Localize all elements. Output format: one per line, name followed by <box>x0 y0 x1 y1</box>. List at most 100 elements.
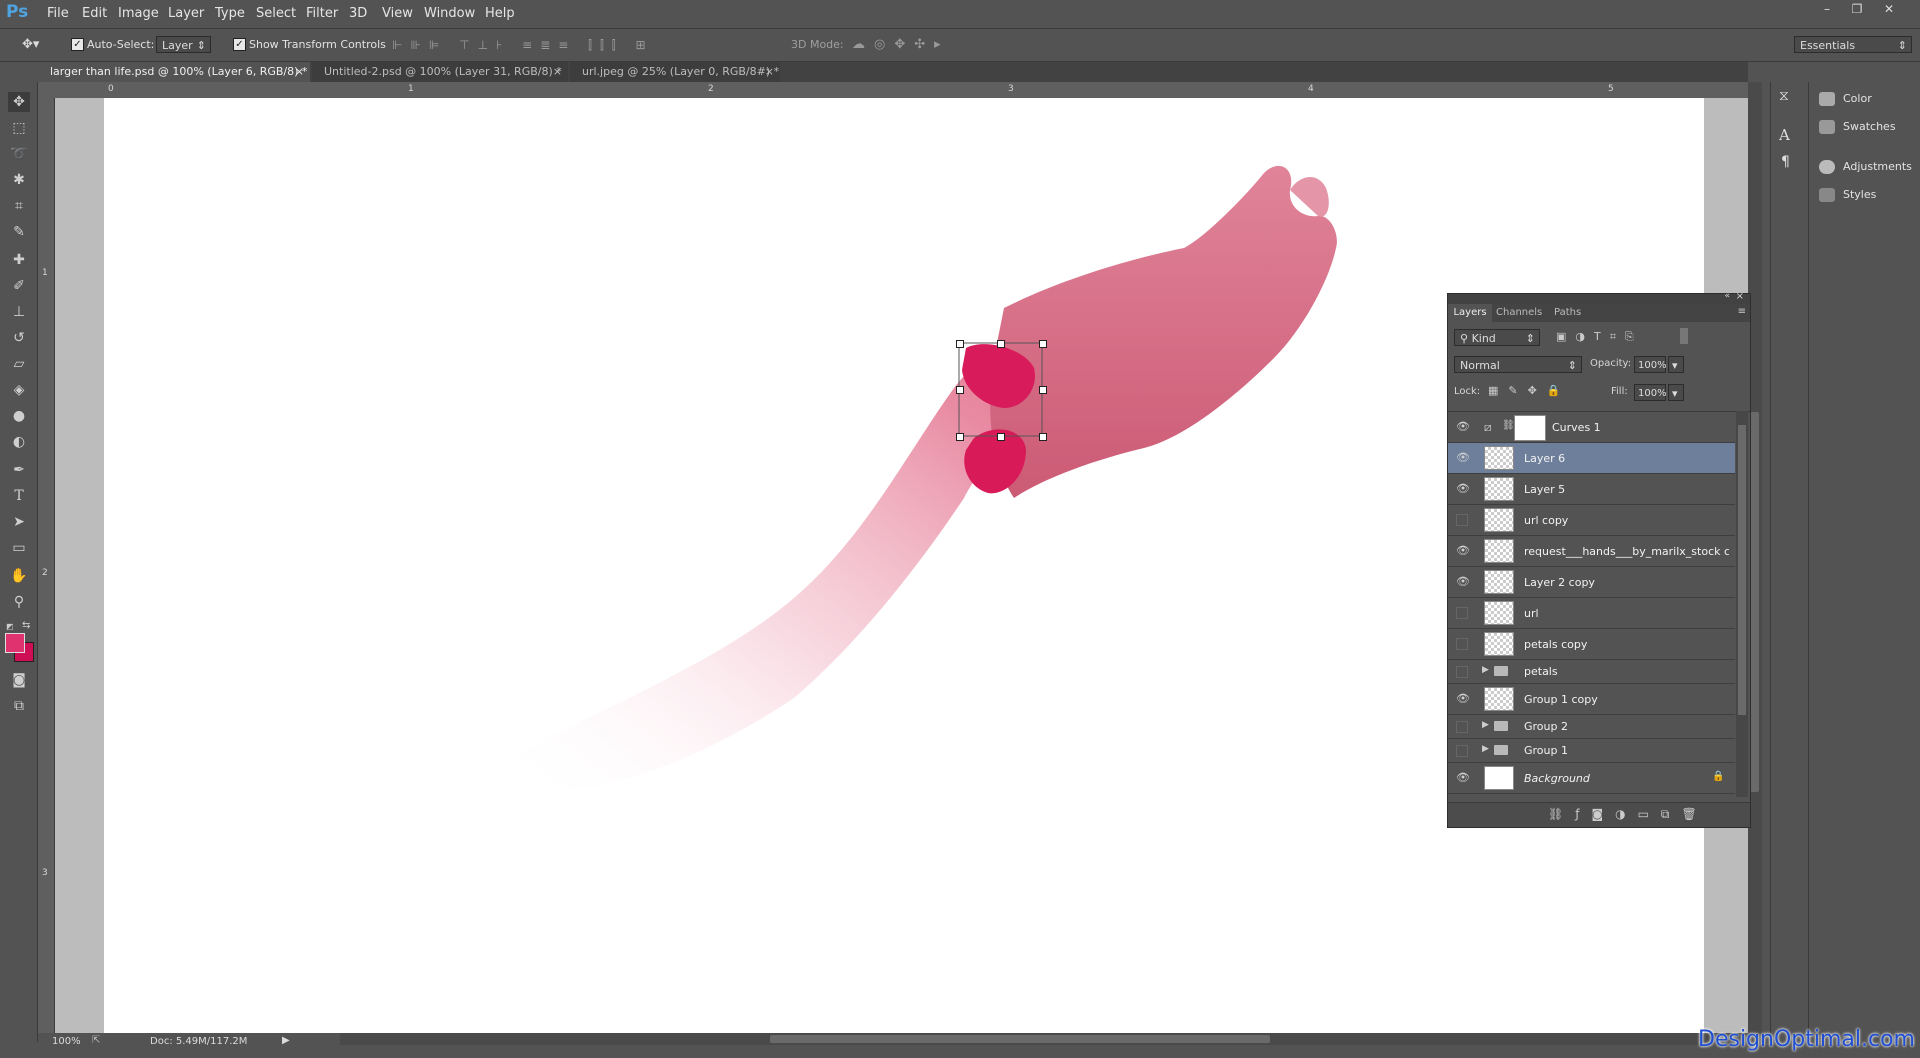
transform-handle[interactable] <box>997 340 1005 348</box>
visibility-toggle-empty[interactable] <box>1456 607 1468 619</box>
menu-type[interactable]: Type <box>215 6 245 21</box>
layer-row-layer-6[interactable]: 👁 Layer 6 <box>1448 443 1735 474</box>
layer-row-group-1[interactable]: ▶ Group 1 <box>1448 739 1735 763</box>
tab-untitled-2[interactable]: Untitled-2.psd @ 100% (Layer 31, RGB/8) … <box>312 62 568 82</box>
filter-kind-dropdown[interactable]: ⚲ Kind ⇕ <box>1454 329 1540 346</box>
close-tab-icon[interactable]: × <box>553 62 562 82</box>
tab-url-jpeg[interactable]: url.jpeg @ 25% (Layer 0, RGB/8#) * × <box>570 62 780 82</box>
marquee-tool-icon[interactable]: ⬚ <box>8 118 30 138</box>
history-brush-tool-icon[interactable]: ↺ <box>8 328 30 348</box>
paragraph-icon[interactable]: ¶ <box>1781 154 1790 170</box>
close-button[interactable]: ✕ <box>1880 1 1898 17</box>
menu-help[interactable]: Help <box>485 6 515 21</box>
fill-input[interactable]: 100% <box>1634 384 1667 401</box>
visibility-toggle-empty[interactable] <box>1456 638 1468 650</box>
layer-row-petals-copy[interactable]: petals copy <box>1448 629 1735 660</box>
lock-icons[interactable]: ▦✎✥🔒 <box>1488 384 1571 397</box>
filter-toggle[interactable] <box>1680 328 1688 344</box>
blur-tool-icon[interactable]: ● <box>8 406 30 426</box>
layer-row-curves-1[interactable]: 👁 ⧄ ⛓ Curves 1 <box>1448 412 1735 443</box>
visibility-eye-icon[interactable]: 👁 <box>1456 545 1470 557</box>
expand-arrow-icon[interactable]: ▶ <box>1482 665 1489 675</box>
opacity-slider-toggle[interactable]: ▾ <box>1668 356 1684 373</box>
blend-mode-dropdown[interactable]: Normal ⇕ <box>1454 356 1582 373</box>
auto-select-checkbox[interactable]: ✓ <box>71 38 84 51</box>
transform-handle[interactable] <box>1039 340 1047 348</box>
close-tab-icon[interactable]: × <box>765 62 774 82</box>
filter-type-icons[interactable]: ▣◑T⌗⎘ <box>1556 330 1643 344</box>
panel-title-bar[interactable]: « × <box>1448 291 1750 304</box>
menu-image[interactable]: Image <box>118 6 159 21</box>
menu-window[interactable]: Window <box>424 6 475 21</box>
character-icon[interactable]: A <box>1779 126 1790 144</box>
path-selection-tool-icon[interactable]: ➤ <box>8 512 30 532</box>
menu-filter[interactable]: Filter <box>306 6 338 21</box>
healing-brush-tool-icon[interactable]: ✚ <box>8 250 30 270</box>
fill-slider-toggle[interactable]: ▾ <box>1668 384 1684 401</box>
3d-mode-icons[interactable]: ☁◎✥✣▸ <box>852 37 950 52</box>
history-icon[interactable]: ⧖ <box>1779 88 1789 104</box>
visibility-eye-icon[interactable]: 👁 <box>1456 693 1470 705</box>
tab-paths[interactable]: Paths <box>1554 304 1581 322</box>
pen-tool-icon[interactable]: ✒ <box>8 460 30 480</box>
show-transform-checkbox[interactable]: ✓ <box>233 38 246 51</box>
visibility-eye-icon[interactable]: 👁 <box>1456 452 1470 464</box>
menu-3d[interactable]: 3D <box>349 6 367 21</box>
transform-handle[interactable] <box>956 433 964 441</box>
visibility-eye-icon[interactable]: 👁 <box>1456 421 1470 433</box>
foreground-color-swatch[interactable] <box>5 633 25 653</box>
restore-button[interactable]: ❐ <box>1848 1 1866 17</box>
layers-scroll-thumb[interactable] <box>1738 425 1746 715</box>
layer-row-group-2[interactable]: ▶ Group 2 <box>1448 715 1735 739</box>
quick-mask-icon[interactable]: ◙ <box>8 670 30 690</box>
visibility-eye-icon[interactable]: 👁 <box>1456 576 1470 588</box>
zoom-tool-icon[interactable]: ⚲ <box>8 592 30 612</box>
brush-tool-icon[interactable]: ✐ <box>8 276 30 296</box>
visibility-toggle-empty[interactable] <box>1456 745 1468 757</box>
eraser-tool-icon[interactable]: ▱ <box>8 354 30 374</box>
menu-view[interactable]: View <box>382 6 413 21</box>
layer-row-layer-2-copy[interactable]: 👁 Layer 2 copy <box>1448 567 1735 598</box>
hand-tool-icon[interactable]: ✋ <box>8 566 30 586</box>
layer-row-url-copy[interactable]: url copy <box>1448 505 1735 536</box>
layer-row-petals-group[interactable]: ▶ petals <box>1448 660 1735 684</box>
color-panel-button[interactable]: Color <box>1819 87 1872 111</box>
status-menu-arrow-icon[interactable]: ▶ <box>282 1035 290 1046</box>
layer-row-url[interactable]: url <box>1448 598 1735 629</box>
collapse-icon[interactable]: « <box>1724 291 1730 301</box>
minimize-button[interactable]: – <box>1818 1 1836 17</box>
tab-larger-than-life[interactable]: larger than life.psd @ 100% (Layer 6, RG… <box>38 62 310 82</box>
screen-mode-icon[interactable]: ⧉ <box>8 696 30 716</box>
clone-stamp-tool-icon[interactable]: ⊥ <box>8 302 30 322</box>
visibility-toggle-empty[interactable] <box>1456 666 1468 678</box>
vertical-scroll-thumb[interactable] <box>1750 412 1759 792</box>
dodge-tool-icon[interactable]: ◐ <box>8 432 30 452</box>
default-colors-icon[interactable]: ◩ <box>6 622 18 631</box>
tab-layers[interactable]: Layers <box>1448 304 1492 322</box>
layer-row-background[interactable]: 👁 Background 🔒 <box>1448 763 1735 794</box>
swatches-panel-button[interactable]: Swatches <box>1819 115 1896 139</box>
menu-edit[interactable]: Edit <box>82 6 107 21</box>
magic-wand-tool-icon[interactable]: ✱ <box>8 170 30 190</box>
visibility-eye-icon[interactable]: 👁 <box>1456 772 1470 784</box>
export-icon[interactable]: ⇱ <box>92 1035 100 1046</box>
close-tab-icon[interactable]: × <box>295 62 304 82</box>
layers-scrollbar[interactable] <box>1736 411 1748 797</box>
type-tool-icon[interactable]: T <box>8 486 30 506</box>
transform-handle[interactable] <box>1039 433 1047 441</box>
expand-arrow-icon[interactable]: ▶ <box>1482 720 1489 730</box>
menu-file[interactable]: File <box>47 6 69 21</box>
panel-menu-icon[interactable]: ≡ <box>1738 306 1746 317</box>
layer-row-request-hands[interactable]: 👁 request___hands___by_marilx_stock cop.… <box>1448 536 1735 567</box>
transform-handle[interactable] <box>956 386 964 394</box>
visibility-toggle-empty[interactable] <box>1456 514 1468 526</box>
crop-tool-icon[interactable]: ⌗ <box>8 196 30 216</box>
paint-bucket-tool-icon[interactable]: ◈ <box>8 380 30 400</box>
eyedropper-tool-icon[interactable]: ✎ <box>8 222 30 242</box>
transform-handle[interactable] <box>956 340 964 348</box>
move-tool-icon[interactable]: ✥ <box>8 92 30 112</box>
layer-action-icons[interactable]: ⛓ƒ◙◑▭⧉🗑 <box>1548 807 1709 822</box>
shape-tool-icon[interactable]: ▭ <box>8 538 30 558</box>
menu-select[interactable]: Select <box>256 6 296 21</box>
layer-row-layer-5[interactable]: 👁 Layer 5 <box>1448 474 1735 505</box>
